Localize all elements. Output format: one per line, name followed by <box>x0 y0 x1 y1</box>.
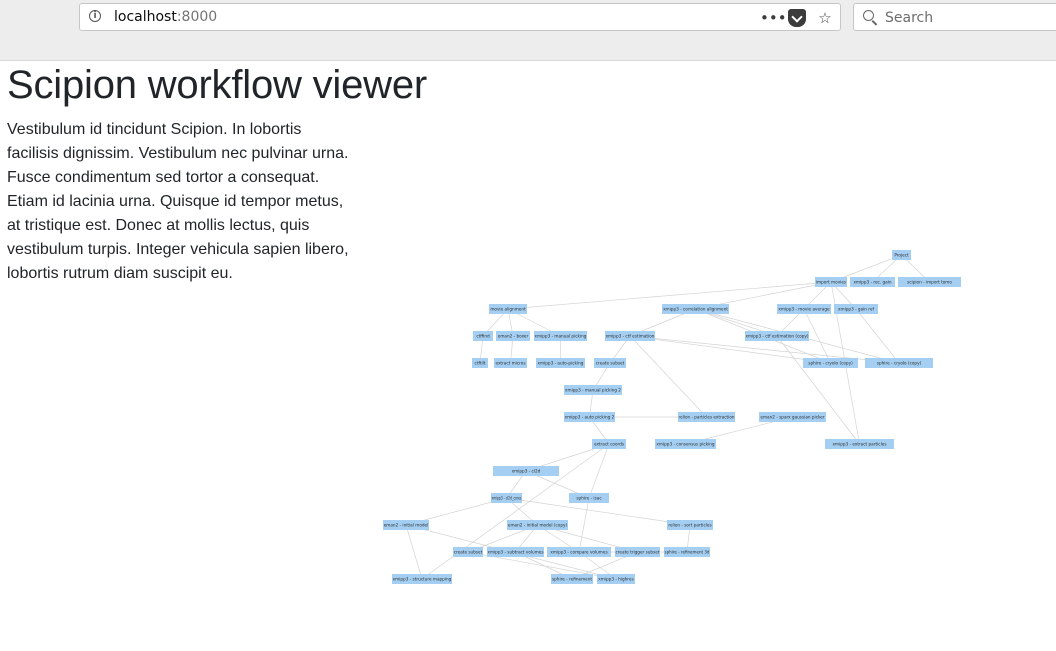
workflow-node-cryolo-copy[interactable]: sphire - cryolo (copy) <box>865 358 933 368</box>
workflow-node-ctffind[interactable]: ctffind <box>473 331 493 341</box>
workflow-node-sphire-ref[interactable]: sphire - refinement 3d <box>664 547 710 557</box>
workflow-node-label: relion - sort particles <box>668 523 711 528</box>
workflow-node-extract-coords[interactable]: extract coords <box>592 439 626 449</box>
workflow-node-label: extract coords <box>594 442 624 447</box>
workflow-node-label: xmipp3 - auto picking 2 <box>565 415 615 420</box>
workflow-node-label: ctffind <box>476 334 490 339</box>
workflow-node-struct-map[interactable]: xmipp3 - structure mapping <box>392 574 452 584</box>
workflow-node-compare-vol[interactable]: xmipp3 - compare volumes <box>547 547 611 557</box>
graph-edges <box>405 254 930 580</box>
workflow-node-project[interactable]: Project <box>892 250 911 260</box>
workflow-node-cl2d-cores[interactable]: xmipp3 - cl2d_cores <box>491 493 522 503</box>
workflow-node-label: sphire - cryolo (copy) <box>877 361 922 366</box>
workflow-node-ctf-est-copy[interactable]: xmipp3 - ctf estimation (copy) <box>745 331 809 341</box>
workflow-node-sphire-ref2[interactable]: sphire - refinement <box>551 574 593 584</box>
workflow-node-gainref[interactable]: xmipp3 - gain ref <box>834 304 878 314</box>
workflow-node-gauss-pick[interactable]: eman2 - sparx gaussian picker <box>759 412 826 422</box>
workflow-node-movie-avg[interactable]: xmipp3 - movie average <box>777 304 831 314</box>
workflow-node-label: xmipp3 - compare volumes <box>550 550 607 555</box>
workflow-node-label: xmipp3 - ctf estimation <box>606 334 655 339</box>
workflow-node-ctftilt[interactable]: ctftilt <box>472 358 488 368</box>
workflow-node-label: xmipp3 - ctf estimation (copy) <box>746 334 809 339</box>
workflow-node-label: xmipp3 - manual picking <box>535 334 587 339</box>
workflow-node-eman-boxer[interactable]: eman2 - boxer <box>496 331 530 341</box>
workflow-node-extract-particles[interactable]: xmipp3 - extract particles <box>825 439 894 449</box>
workflow-node-cryolo[interactable]: sphire - cryolo (copy) <box>803 358 858 368</box>
workflow-node-label: create subset <box>596 361 625 366</box>
workflow-node-label: eman2 - initial model <box>384 523 429 528</box>
workflow-node-rec-gain[interactable]: xmipp3 - rec. gain <box>850 277 895 287</box>
workflow-node-create-subset[interactable]: create subset <box>594 358 626 368</box>
workflow-node-consensus[interactable]: xmipp3 - consensus picking <box>655 439 716 449</box>
workflow-node-label: eman2 - boxer <box>498 334 529 339</box>
workflow-node-label: xmipp3 - correlation alignment <box>663 307 728 312</box>
workflow-node-label: movie alignment <box>490 307 526 312</box>
workflow-node-label: xmipp3 - cl2d_cores <box>492 496 522 501</box>
workflow-node-label: xmipp3 - manual picking 2 <box>565 388 621 393</box>
workflow-node-label: create trigger subset <box>616 550 660 555</box>
workflow-node-label: Project <box>894 253 909 258</box>
graph-edge <box>421 443 610 580</box>
workflow-node-auto-pick2[interactable]: xmipp3 - auto picking 2 <box>564 412 615 422</box>
graph-edge <box>578 497 590 553</box>
workflow-node-label: extract micros <box>495 361 525 366</box>
workflow-node-label: create subset <box>454 550 483 555</box>
workflow-node-cl2d[interactable]: xmipp3 - cl2d <box>493 466 559 476</box>
workflow-node-xmipp-corr-align[interactable]: xmipp3 - correlation alignment <box>662 304 729 314</box>
workflow-node-label: xmipp3 - movie average <box>778 307 830 312</box>
workflow-node-label: xmipp3 - subtract volumes <box>488 550 544 555</box>
graph-edge <box>776 335 860 445</box>
workflow-node-label: xmipp3 - rec. gain <box>853 280 891 285</box>
workflow-node-movie-align[interactable]: movie alignment <box>489 304 527 314</box>
workflow-node-create-subset2[interactable]: create subset <box>453 547 483 557</box>
workflow-node-extract-micro[interactable]: extract micros <box>494 358 527 368</box>
workflow-node-label: xmipp3 - structure mapping <box>393 577 452 582</box>
workflow-node-initial-copy[interactable]: eman2 - initial model (copy) <box>507 520 568 530</box>
workflow-node-label: xmipp3 - highres <box>598 577 633 582</box>
graph-edge <box>629 335 707 418</box>
workflow-node-highres[interactable]: xmipp3 - highres <box>597 574 635 584</box>
workflow-node-label: xmipp3 - consensus picking <box>656 442 715 447</box>
workflow-node-eman-initial[interactable]: eman2 - initial model <box>383 520 429 530</box>
workflow-node-label: xmipp3 - cl2d <box>512 469 541 474</box>
workflow-node-label: import movies <box>816 280 846 285</box>
workflow-node-relion-extract[interactable]: relion - particles extraction <box>678 412 735 422</box>
workflow-node-auto-pick[interactable]: xmipp3 - auto-picking <box>536 358 585 368</box>
workflow-node-label: relion - particles extraction <box>679 415 735 420</box>
graph-edge <box>588 443 610 499</box>
graph-edge <box>405 524 423 580</box>
workflow-node-label: eman2 - sparx gaussian picker <box>760 415 824 420</box>
workflow-node-label: xmipp3 - auto-picking <box>538 361 584 366</box>
workflow-node-manual-pick[interactable]: xmipp3 - manual picking <box>534 331 587 341</box>
graph-edge <box>855 308 900 364</box>
workflow-node-label: eman2 - initial model (copy) <box>508 523 568 528</box>
workflow-graph: Project import movies xmipp3 - rec. gain sc… <box>383 250 961 584</box>
workflow-node-sphire-isac[interactable]: sphire - isac <box>569 493 609 503</box>
workflow-node-label: sphire - refinement 3d <box>665 550 710 555</box>
workflow-node-label: sphire - isac <box>576 496 602 501</box>
workflow-node-label: xmipp3 - extract particles <box>832 442 886 447</box>
workflow-node-label: scipion - import tomo <box>907 280 952 285</box>
workflow-node-ctf-est[interactable]: xmipp3 - ctf estimation <box>605 331 655 341</box>
workflow-node-create-trigger[interactable]: create trigger subset <box>615 547 660 557</box>
workflow-node-label: ctftilt <box>475 361 486 366</box>
workflow-node-label: sphire - cryolo (copy) <box>808 361 853 366</box>
workflow-node-label: xmipp3 - gain ref <box>838 307 874 312</box>
workflow-node-subtract-vol[interactable]: xmipp3 - subtract volumes <box>487 547 544 557</box>
workflow-node-import-movies[interactable]: import movies <box>815 277 847 287</box>
workflow-node-import-tomo[interactable]: scipion - import tomo <box>898 277 961 287</box>
workflow-node-label: sphire - refinement <box>552 577 592 582</box>
workflow-node-manual-pick2[interactable]: xmipp3 - manual picking 2 <box>564 385 622 395</box>
workflow-node-relion-sort[interactable]: relion - sort particles <box>667 520 713 530</box>
